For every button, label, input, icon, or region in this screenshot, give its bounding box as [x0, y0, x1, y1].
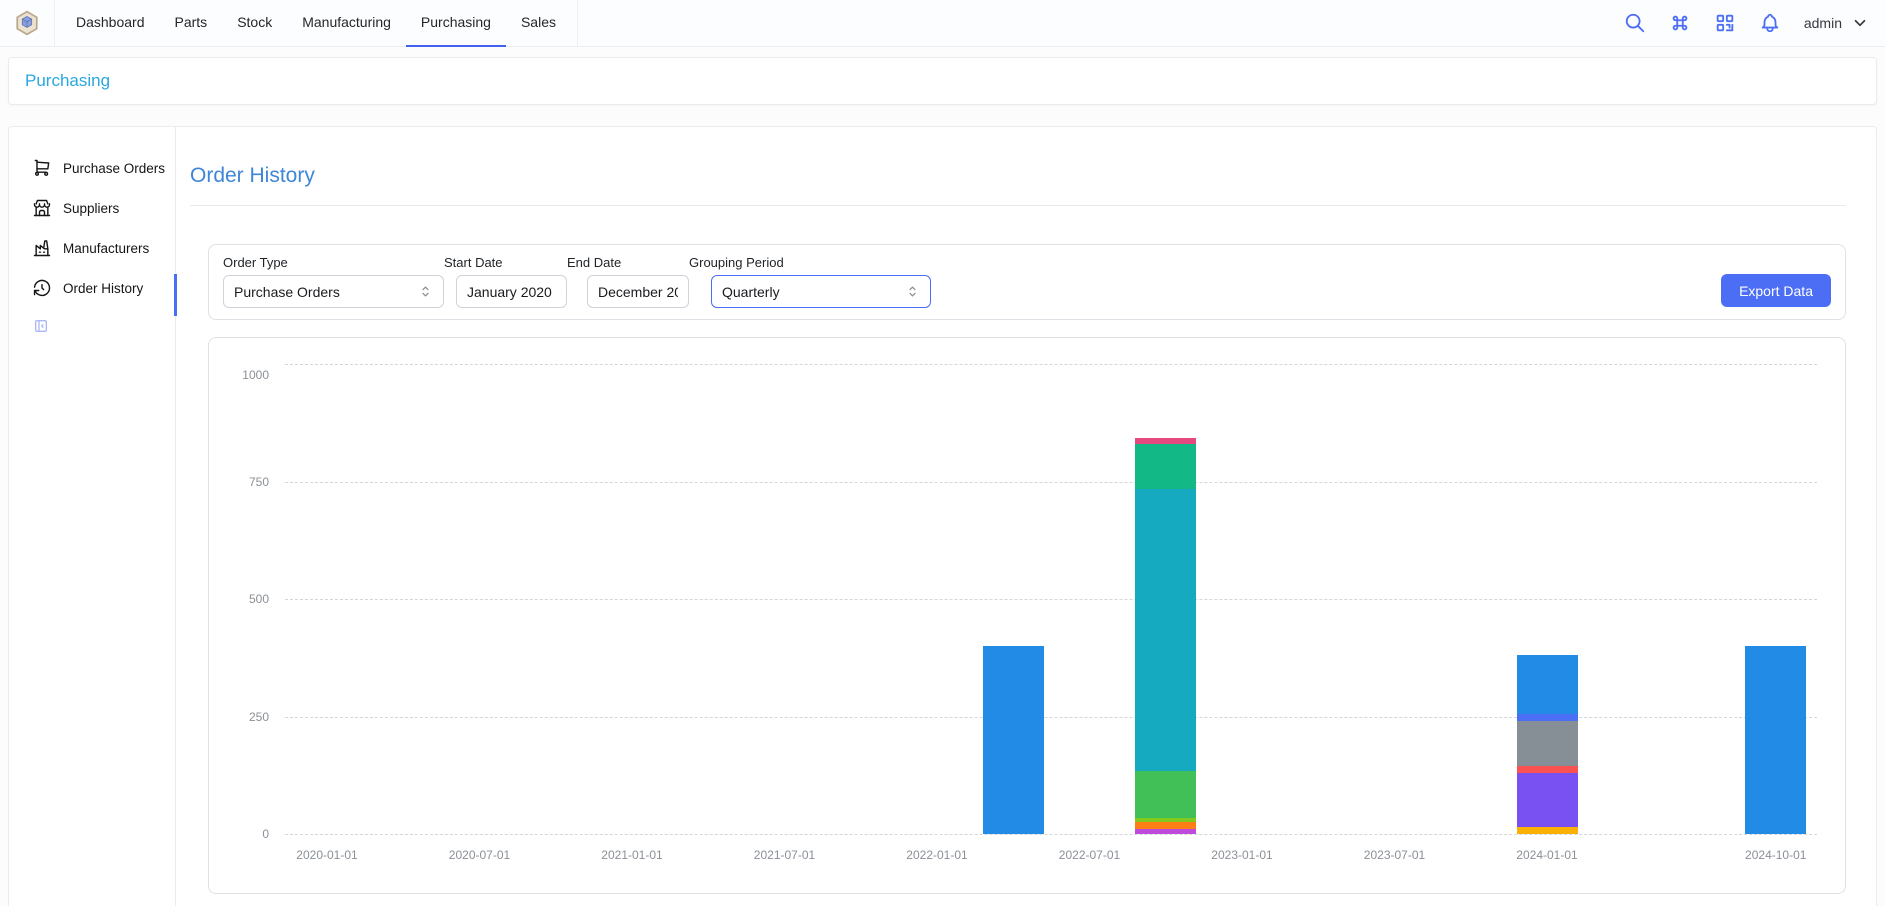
y-tick-label: 750: [219, 475, 269, 489]
tab-parts[interactable]: Parts: [160, 0, 223, 47]
username: admin: [1804, 15, 1842, 31]
qr-scan-icon[interactable]: [1714, 12, 1736, 34]
sidebar-item-label: Purchase Orders: [63, 161, 165, 176]
y-gridline-0: [285, 834, 1817, 835]
hexagon-cube-icon: [14, 10, 40, 36]
building-store-icon: [32, 198, 52, 218]
bar-segment-2024-01-01-red[interactable]: [1517, 766, 1578, 773]
grouping-period-value: Quarterly: [722, 284, 780, 300]
history-icon: [32, 278, 52, 298]
x-tick-label: 2022-07-01: [1040, 848, 1140, 862]
sidebar-item-label: Order History: [63, 281, 143, 296]
main-nav-tabs: Dashboard Parts Stock Manufacturing Purc…: [54, 0, 578, 47]
purchasing-sidebar: Purchase Orders Suppliers Manufacturers: [9, 127, 176, 906]
grouping-period-select[interactable]: Quarterly: [711, 275, 931, 308]
y-gridline-500: [285, 599, 1817, 600]
end-date-label: End Date: [567, 255, 689, 270]
x-tick-label: 2021-01-01: [582, 848, 682, 862]
bar-segment-2022-04-01-blue[interactable]: [983, 646, 1044, 834]
bar-segment-2024-01-01-blue[interactable]: [1517, 655, 1578, 714]
y-tick-label: 0: [219, 827, 269, 841]
order-history-content: Order History Order Type Purchase Orders…: [176, 127, 1876, 906]
export-data-button[interactable]: Export Data: [1721, 274, 1831, 307]
bar-segment-2022-10-01-pink[interactable]: [1135, 438, 1196, 444]
end-date-input-wrap: [587, 275, 689, 308]
x-tick-label: 2023-01-01: [1192, 848, 1292, 862]
y-gridline-1000: [285, 364, 1817, 365]
breadcrumb: Purchasing: [8, 57, 1877, 105]
bar-segment-2024-01-01-indigo[interactable]: [1517, 714, 1578, 721]
chevron-down-icon: [1851, 14, 1869, 32]
order-type-field: Order Type Purchase Orders: [223, 255, 444, 308]
tab-manufacturing[interactable]: Manufacturing: [287, 0, 406, 47]
shopping-cart-icon: [32, 158, 52, 178]
x-tick-label: 2024-01-01: [1497, 848, 1597, 862]
inventree-logo[interactable]: [14, 10, 40, 36]
x-tick-label: 2023-07-01: [1345, 848, 1445, 862]
bar-segment-2024-10-01-blue[interactable]: [1745, 646, 1806, 834]
bar-segment-2022-10-01-orange[interactable]: [1135, 822, 1196, 829]
sidebar-item-label: Suppliers: [63, 201, 119, 216]
tab-dashboard[interactable]: Dashboard: [61, 0, 160, 47]
sidebar-item-suppliers[interactable]: Suppliers: [9, 188, 175, 228]
top-navbar: Dashboard Parts Stock Manufacturing Purc…: [0, 0, 1885, 47]
y-tick-label: 250: [219, 710, 269, 724]
bar-segment-2022-10-01-grape[interactable]: [1135, 829, 1196, 834]
bar-segment-2024-01-01-violet[interactable]: [1517, 773, 1578, 827]
chevron-up-down-icon: [418, 284, 433, 299]
start-date-input-wrap: [456, 275, 567, 308]
building-factory-icon: [32, 238, 52, 258]
sidebar-item-label: Manufacturers: [63, 241, 149, 256]
sidebar-collapse-button[interactable]: [33, 318, 49, 334]
page-title: Order History: [190, 164, 1846, 188]
notification-bell-icon[interactable]: [1759, 12, 1781, 34]
bar-segment-2024-01-01-gray[interactable]: [1517, 721, 1578, 766]
tab-sales[interactable]: Sales: [506, 0, 571, 47]
y-gridline-750: [285, 482, 1817, 483]
y-tick-label: 500: [219, 592, 269, 606]
chevron-up-down-icon: [905, 284, 920, 299]
breadcrumb-purchasing[interactable]: Purchasing: [25, 71, 110, 90]
order-type-select[interactable]: Purchase Orders: [223, 275, 444, 308]
sidebar-item-order-history[interactable]: Order History: [9, 268, 175, 308]
order-type-label: Order Type: [223, 255, 444, 270]
x-tick-label: 2021-07-01: [735, 848, 835, 862]
grouping-period-field: Grouping Period Quarterly: [689, 255, 931, 308]
title-divider: [190, 205, 1846, 206]
start-date-field: Start Date: [444, 255, 567, 308]
bar-segment-2022-10-01-green[interactable]: [1135, 771, 1196, 818]
grouping-period-label: Grouping Period: [689, 255, 931, 270]
tab-stock[interactable]: Stock: [222, 0, 287, 47]
user-menu[interactable]: admin: [1804, 14, 1869, 32]
tab-purchasing[interactable]: Purchasing: [406, 0, 506, 47]
order-history-chart: 0 250 500 750 1000 2020-01-01 2020-07-01 2021-0…: [208, 337, 1846, 894]
end-date-input[interactable]: [598, 284, 678, 300]
start-date-label: Start Date: [444, 255, 567, 270]
bar-segment-2024-01-01-amber[interactable]: [1517, 827, 1578, 834]
x-tick-label: 2024-10-01: [1726, 848, 1826, 862]
y-tick-label: 1000: [219, 368, 269, 382]
bar-segment-2022-10-01-teal[interactable]: [1135, 444, 1196, 489]
bar-segment-2022-10-01-cyan[interactable]: [1135, 489, 1196, 771]
sidebar-item-purchase-orders[interactable]: Purchase Orders: [9, 148, 175, 188]
x-tick-label: 2020-01-01: [277, 848, 377, 862]
sidebar-collapse-icon: [33, 318, 49, 334]
order-type-value: Purchase Orders: [234, 284, 340, 300]
search-icon[interactable]: [1624, 12, 1646, 34]
command-icon[interactable]: [1669, 12, 1691, 34]
bar-segment-2022-10-01-lime[interactable]: [1135, 818, 1196, 823]
end-date-field: End Date: [567, 255, 689, 308]
x-tick-label: 2022-01-01: [887, 848, 987, 862]
y-gridline-250: [285, 717, 1817, 718]
sidebar-item-manufacturers[interactable]: Manufacturers: [9, 228, 175, 268]
x-tick-label: 2020-07-01: [430, 848, 530, 862]
purchasing-panel: Purchase Orders Suppliers Manufacturers: [8, 126, 1877, 906]
header-actions: admin: [1624, 12, 1875, 34]
filters-bar: Order Type Purchase Orders Start Date En…: [208, 244, 1846, 320]
start-date-input[interactable]: [467, 284, 556, 300]
